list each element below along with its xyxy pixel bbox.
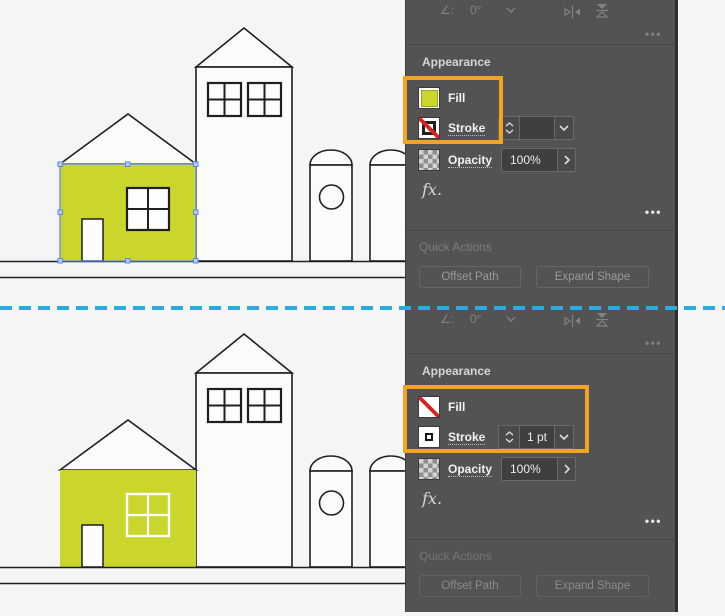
chevron-up-icon — [505, 431, 513, 436]
appearance-section-title: Appearance — [422, 364, 491, 378]
stroke-weight-dropdown[interactable] — [554, 117, 573, 139]
stroke-weight-control — [498, 116, 574, 140]
chevron-down-icon — [559, 125, 569, 131]
section-divider — [406, 230, 675, 231]
chevron-right-icon — [563, 464, 570, 474]
expand-shape-button[interactable]: Expand Shape — [536, 575, 649, 597]
flip-vertical-icon[interactable] — [595, 3, 609, 18]
silo-dome[interactable] — [309, 455, 353, 472]
flip-horizontal-icon[interactable] — [564, 315, 581, 327]
illustrator-properties-tutorial: ∠: 0° ••• Appearance Fill Stroke Opacity… — [0, 0, 725, 616]
stroke-color-swatch-black[interactable] — [419, 427, 439, 447]
artboard-after — [0, 332, 405, 585]
opacity-control: 100% — [501, 457, 576, 481]
offset-path-button[interactable]: Offset Path — [419, 575, 521, 597]
expand-shape-button[interactable]: Expand Shape — [536, 266, 649, 288]
stroke-color-swatch-none[interactable] — [419, 118, 439, 138]
silo-porthole[interactable] — [318, 184, 345, 210]
building-window-right[interactable] — [246, 81, 283, 118]
building-window-left[interactable] — [206, 81, 243, 118]
rotate-angle-value[interactable]: 0° — [470, 312, 481, 326]
silo2-body[interactable] — [369, 164, 405, 262]
opacity-checker-icon[interactable] — [419, 459, 439, 479]
opacity-checker-icon[interactable] — [419, 150, 439, 170]
opacity-row: Opacity 100% — [406, 457, 675, 481]
silo2-body[interactable] — [369, 470, 405, 568]
opacity-row: Opacity 100% — [406, 148, 675, 172]
opacity-label-link[interactable]: Opacity — [448, 153, 493, 168]
stroke-weight-stepper[interactable] — [499, 117, 520, 139]
flip-horizontal-icon[interactable] — [564, 6, 581, 18]
more-options-icon[interactable]: ••• — [645, 336, 662, 350]
flip-vertical-icon[interactable] — [595, 312, 609, 327]
fill-label: Fill — [448, 400, 466, 414]
rotate-angle-value[interactable]: 0° — [470, 3, 481, 17]
section-divider — [406, 539, 675, 540]
opacity-control: 100% — [501, 148, 576, 172]
house-door[interactable] — [81, 218, 104, 262]
fill-color-swatch-none[interactable] — [419, 397, 439, 417]
opacity-label-link[interactable]: Opacity — [448, 462, 493, 477]
stroke-weight-value[interactable] — [520, 117, 554, 139]
more-options-icon[interactable]: ••• — [645, 514, 662, 528]
transform-row: ∠: 0° — [406, 311, 675, 331]
section-divider — [406, 44, 675, 45]
artboard-before — [0, 26, 405, 279]
stroke-row: Stroke — [406, 116, 675, 140]
fill-row: Fill — [406, 88, 675, 110]
stroke-row: Stroke 1 pt — [406, 425, 675, 449]
rotate-angle-icon: ∠: — [440, 312, 455, 326]
fx-effects-button[interactable]: fx. — [422, 180, 442, 199]
chevron-down-icon — [505, 129, 513, 134]
quick-actions-title: Quick Actions — [419, 549, 492, 563]
properties-panel-before: ∠: 0° ••• Appearance Fill Stroke Opacity… — [403, 0, 675, 309]
opacity-value[interactable]: 100% — [502, 149, 557, 171]
stroke-weight-dropdown[interactable] — [554, 426, 573, 448]
stroke-weight-stepper[interactable] — [499, 426, 520, 448]
building-window-left[interactable] — [206, 387, 243, 424]
opacity-expand-button[interactable] — [557, 458, 575, 480]
properties-panel-after: ∠: 0° ••• Appearance Fill Stroke 1 pt Op… — [403, 309, 675, 612]
stroke-weight-value[interactable]: 1 pt — [520, 426, 554, 448]
chevron-down-icon[interactable] — [506, 7, 516, 13]
silo2-dome[interactable] — [369, 149, 405, 166]
appearance-section-title: Appearance — [422, 55, 491, 69]
offset-path-button[interactable]: Offset Path — [419, 266, 521, 288]
chevron-down-icon — [505, 438, 513, 443]
silo-porthole[interactable] — [318, 490, 345, 516]
quick-actions-title: Quick Actions — [419, 240, 492, 254]
opacity-expand-button[interactable] — [557, 149, 575, 171]
chevron-down-icon — [559, 434, 569, 440]
house-door[interactable] — [81, 524, 104, 568]
stroke-weight-control: 1 pt — [498, 425, 574, 449]
stroke-label-link[interactable]: Stroke — [448, 430, 486, 445]
silo-body[interactable] — [309, 164, 353, 262]
rotate-angle-icon: ∠: — [440, 3, 455, 17]
silo2-dome[interactable] — [369, 455, 405, 472]
dashed-guide-line — [0, 306, 725, 310]
fill-color-swatch-yellow[interactable] — [419, 88, 439, 108]
section-divider — [406, 353, 675, 354]
transform-row: ∠: 0° — [406, 2, 675, 22]
silo-body[interactable] — [309, 470, 353, 568]
more-options-icon[interactable]: ••• — [645, 27, 662, 41]
fx-effects-button[interactable]: fx. — [422, 489, 442, 508]
building-window-right[interactable] — [246, 387, 283, 424]
more-options-icon[interactable]: ••• — [645, 205, 662, 219]
fill-row: Fill — [406, 397, 675, 419]
opacity-value[interactable]: 100% — [502, 458, 557, 480]
chevron-up-icon — [505, 122, 513, 127]
house-roof[interactable] — [57, 113, 199, 165]
house-roof[interactable] — [57, 419, 199, 471]
building-roof[interactable] — [193, 26, 295, 68]
stroke-label-link[interactable]: Stroke — [448, 121, 486, 136]
silo-dome[interactable] — [309, 149, 353, 166]
fill-label: Fill — [448, 91, 466, 105]
chevron-down-icon[interactable] — [506, 316, 516, 322]
chevron-right-icon — [563, 155, 570, 165]
building-roof[interactable] — [193, 332, 295, 374]
house-window[interactable] — [125, 186, 171, 232]
